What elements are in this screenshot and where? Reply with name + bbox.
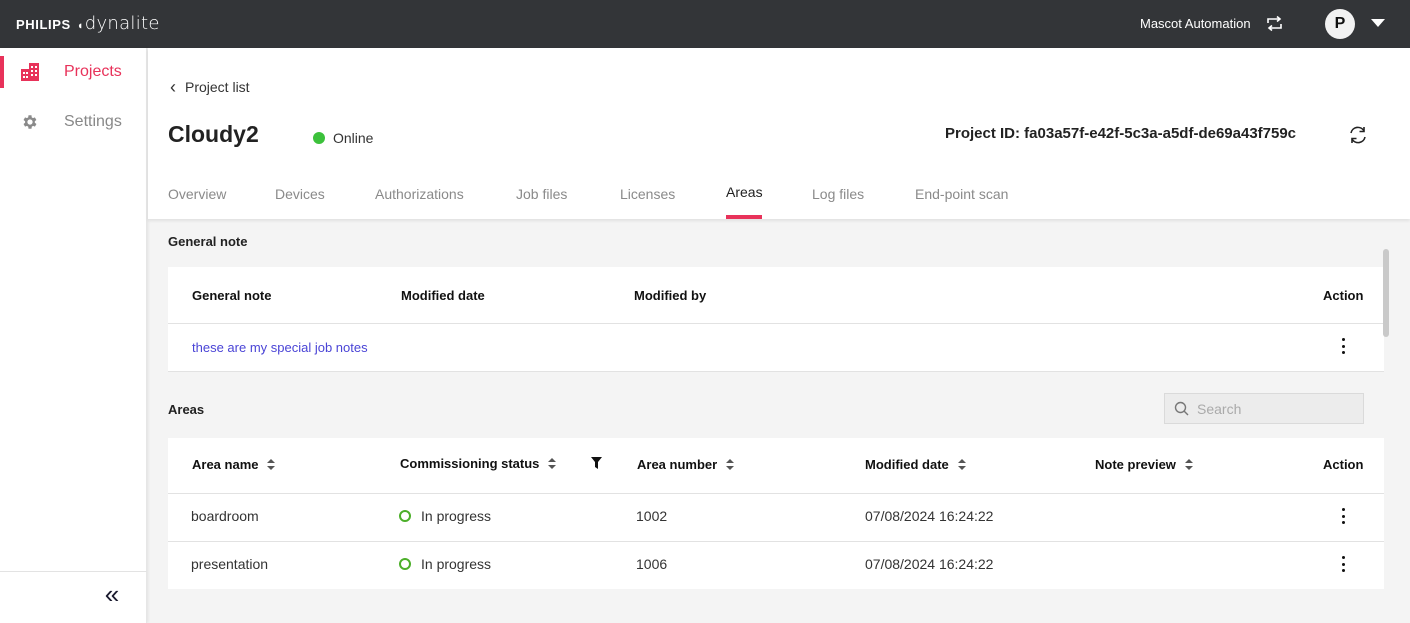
search-input[interactable]	[1164, 393, 1364, 424]
tab-overview[interactable]: Overview	[168, 181, 275, 219]
buildings-icon	[21, 63, 39, 81]
user-avatar[interactable]: P	[1325, 9, 1355, 39]
tab-end-point-scan[interactable]: End-point scan	[915, 181, 1025, 219]
top-bar: PHILIPS ◖dynalite Mascot Automation P	[0, 0, 1410, 48]
gear-icon	[23, 115, 37, 129]
sidebar-item-label: Projects	[64, 63, 122, 80]
row-divider	[168, 323, 1384, 324]
collapse-sidebar-icon[interactable]: «	[100, 581, 124, 607]
column-header-area-number[interactable]: Area number	[637, 457, 735, 472]
row-divider	[168, 371, 1384, 372]
more-options-icon[interactable]	[1335, 554, 1351, 574]
areas-title: Areas	[168, 402, 205, 417]
chevron-left-icon: ‹	[170, 77, 176, 97]
in-progress-icon	[399, 558, 411, 570]
column-header-modified-date: Modified date	[401, 288, 485, 303]
area-name: presentation	[191, 556, 269, 572]
scrollbar[interactable]	[1383, 249, 1389, 337]
tab-bar: Overview Devices Authorizations Job file…	[168, 181, 1025, 219]
sort-icon[interactable]	[957, 459, 966, 470]
back-label: Project list	[185, 79, 250, 95]
more-options-icon[interactable]	[1335, 336, 1351, 356]
tab-job-files[interactable]: Job files	[516, 181, 620, 219]
search-icon	[1174, 401, 1189, 416]
organization-name: Mascot Automation	[1140, 16, 1251, 31]
sidebar-item-settings[interactable]: Settings	[0, 99, 147, 145]
area-name: boardroom	[191, 508, 259, 524]
row-divider	[168, 493, 1384, 494]
column-header-general-note: General note	[192, 288, 272, 303]
row-divider	[168, 541, 1384, 542]
sidebar-divider	[0, 571, 147, 572]
area-number: 1002	[636, 508, 668, 524]
brand-logo: PHILIPS ◖dynalite	[16, 13, 160, 34]
dynalite-wordmark: dynalite	[84, 13, 160, 34]
back-to-project-list[interactable]: ‹ Project list	[170, 77, 250, 97]
tab-log-files[interactable]: Log files	[812, 181, 915, 219]
dynalite-mark-icon: ◖	[76, 19, 84, 32]
in-progress-icon	[399, 510, 411, 522]
areas-table: Area name Commissioning status Area numb…	[168, 438, 1384, 589]
search-field[interactable]	[1197, 400, 1357, 417]
switch-org-icon[interactable]	[1266, 15, 1283, 32]
modified-date: 07/08/2024 16:24:22	[865, 508, 994, 524]
column-header-area-name[interactable]: Area name	[192, 457, 276, 472]
dynalite-logo: ◖dynalite	[77, 13, 160, 34]
status-text: Online	[333, 130, 374, 146]
more-options-icon[interactable]	[1335, 506, 1351, 526]
sort-icon[interactable]	[267, 459, 276, 470]
sidebar: Projects Settings «	[0, 48, 147, 623]
refresh-icon[interactable]	[1347, 124, 1369, 146]
general-note-link[interactable]: these are my special job notes	[192, 340, 368, 355]
column-header-note-preview[interactable]: Note preview	[1095, 457, 1193, 472]
filter-icon[interactable]	[591, 457, 602, 469]
column-header-action: Action	[1323, 288, 1364, 303]
status-badge: Online	[313, 130, 373, 146]
tab-devices[interactable]: Devices	[275, 181, 375, 219]
page-title: Cloudy2	[168, 121, 259, 147]
sidebar-item-projects[interactable]: Projects	[0, 49, 147, 95]
tab-licenses[interactable]: Licenses	[620, 181, 726, 219]
sidebar-item-label: Settings	[64, 113, 122, 130]
project-id: Project ID: fa03a57f-e42f-5c3a-a5df-de69…	[945, 125, 1297, 142]
column-header-modified-date[interactable]: Modified date	[865, 457, 966, 472]
project-header: ‹ Project list Cloudy2 Online Project ID…	[148, 48, 1410, 219]
area-number: 1006	[636, 556, 668, 572]
online-dot-icon	[313, 132, 325, 144]
tab-areas[interactable]: Areas	[726, 181, 763, 219]
column-header-commissioning-status[interactable]: Commissioning status	[400, 456, 557, 471]
column-header-modified-by: Modified by	[634, 288, 707, 303]
general-note-table: General note Modified date Modified by A…	[168, 267, 1384, 372]
column-header-action: Action	[1323, 457, 1364, 472]
philips-logo: PHILIPS	[16, 17, 71, 32]
caret-down-icon[interactable]	[1371, 19, 1385, 27]
active-indicator	[0, 56, 4, 88]
commissioning-status: In progress	[399, 508, 491, 524]
sort-icon[interactable]	[548, 458, 557, 469]
modified-date: 07/08/2024 16:24:22	[865, 556, 994, 572]
sort-icon[interactable]	[1184, 459, 1193, 470]
sort-icon[interactable]	[726, 459, 735, 470]
areas-content: General note General note Modified date …	[148, 219, 1410, 623]
commissioning-status: In progress	[399, 556, 491, 572]
general-note-title: General note	[168, 234, 248, 249]
tab-authorizations[interactable]: Authorizations	[375, 181, 516, 219]
